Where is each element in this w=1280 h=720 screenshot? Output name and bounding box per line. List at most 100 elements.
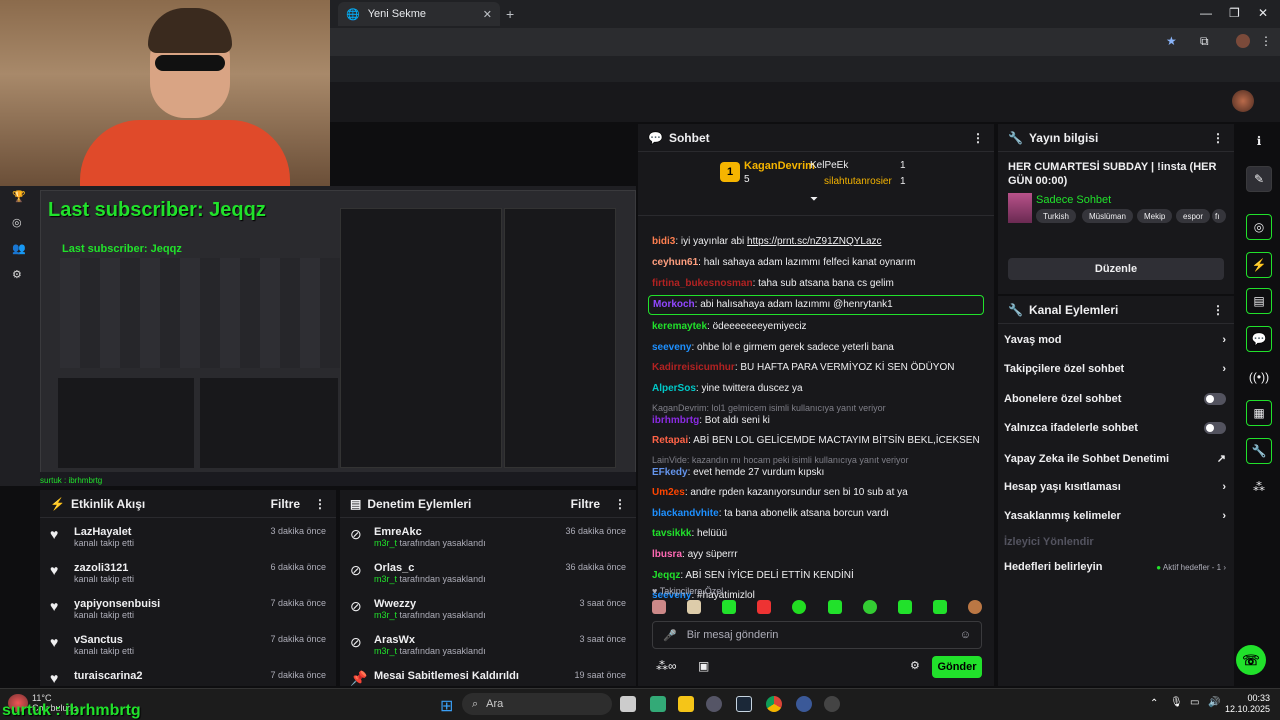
more-menu-icon[interactable]: ⋮ bbox=[1260, 34, 1272, 48]
app-icon[interactable] bbox=[706, 696, 722, 712]
emote-icon[interactable] bbox=[932, 600, 947, 614]
chat-username[interactable]: Retapai bbox=[652, 435, 688, 446]
emote-icon[interactable] bbox=[862, 600, 877, 614]
emote-icon[interactable] bbox=[652, 600, 666, 614]
file-explorer-icon[interactable] bbox=[678, 696, 694, 712]
moderator-name[interactable]: m3r_t bbox=[374, 538, 397, 548]
settings-icon[interactable]: ⚙ bbox=[12, 268, 22, 281]
more-options-icon[interactable]: ⋮ bbox=[1212, 303, 1224, 317]
bookmark-star-icon[interactable]: ★ bbox=[1166, 34, 1177, 48]
filter-button[interactable]: Filtre bbox=[571, 497, 600, 511]
emote-icon[interactable] bbox=[967, 600, 982, 614]
category-name[interactable]: Sadece Sohbet bbox=[1036, 194, 1111, 206]
moderator-name[interactable]: m3r_t bbox=[374, 646, 397, 656]
activity-user[interactable]: zazoli3121 bbox=[74, 562, 134, 574]
info-icon[interactable]: ℹ bbox=[1246, 128, 1272, 154]
windows-start-icon[interactable]: ⊞ bbox=[440, 696, 453, 716]
emote-icon[interactable] bbox=[757, 600, 772, 614]
task-view-icon[interactable] bbox=[620, 696, 636, 712]
chat-input[interactable]: 🎤 Bir mesaj gönderin ☺ bbox=[652, 621, 982, 649]
trophy-icon[interactable]: 🏆 bbox=[12, 190, 26, 203]
leader-third-name[interactable]: silahtutanrosier bbox=[824, 176, 892, 187]
more-options-icon[interactable]: ⋮ bbox=[1212, 131, 1224, 145]
help-button[interactable]: ☏ bbox=[1236, 645, 1266, 675]
maximize-icon[interactable]: ❐ bbox=[1229, 6, 1240, 20]
emote-icon[interactable] bbox=[897, 600, 912, 614]
target-icon[interactable]: ◎ bbox=[12, 216, 22, 229]
expand-icon[interactable]: ⏷ bbox=[810, 194, 818, 205]
wrench-icon[interactable]: 🔧 bbox=[1246, 438, 1272, 464]
tag[interactable]: fı bbox=[1212, 209, 1226, 223]
pencil-icon[interactable]: ✎ bbox=[1246, 166, 1272, 192]
activity-user[interactable]: vSanctus bbox=[74, 634, 134, 646]
activity-user[interactable]: LazHayalet bbox=[74, 526, 134, 538]
chat-bubble-icon[interactable]: 💬 bbox=[1246, 326, 1272, 352]
chat-username[interactable]: firtina_bukesnosman bbox=[652, 278, 753, 289]
tag[interactable]: Mekip bbox=[1137, 209, 1173, 223]
chat-username[interactable]: Jeqqz bbox=[652, 570, 680, 581]
leader-first-name[interactable]: KaganDevrim bbox=[744, 160, 815, 172]
close-window-icon[interactable]: ✕ bbox=[1258, 6, 1268, 20]
activity-user[interactable]: turaiscarina2 bbox=[74, 670, 142, 682]
category-thumbnail[interactable] bbox=[1008, 193, 1032, 223]
microphone-icon[interactable]: 🎙 bbox=[1170, 697, 1183, 708]
more-options-icon[interactable]: ⋮ bbox=[972, 131, 984, 145]
emote-only-toggle[interactable] bbox=[1204, 422, 1226, 434]
store-icon[interactable]: ▣ bbox=[698, 659, 709, 673]
users-icon[interactable]: 👥 bbox=[12, 242, 26, 255]
chat-username[interactable]: keremaytek bbox=[652, 321, 707, 332]
chat-username[interactable]: Um2es bbox=[652, 487, 685, 498]
document-icon[interactable]: ▤ bbox=[1246, 288, 1272, 314]
target-icon[interactable]: ◎ bbox=[1246, 214, 1272, 240]
emote-icon[interactable] bbox=[827, 600, 842, 614]
chat-username[interactable]: blackandvhite bbox=[652, 508, 719, 519]
emoji-icon[interactable]: ☺ bbox=[960, 629, 971, 641]
taskbar-clock[interactable]: 00:33 12.10.2025 bbox=[1222, 693, 1270, 715]
mod-action-user[interactable]: EmreAkc bbox=[374, 526, 486, 538]
emote-icon[interactable] bbox=[687, 600, 702, 614]
goals-item[interactable]: Hedefleri belirleyin ● Aktif hedefler - 1… bbox=[1004, 561, 1226, 573]
more-options-icon[interactable]: ⋮ bbox=[614, 497, 626, 511]
subscribers-only-toggle[interactable] bbox=[1204, 393, 1226, 405]
microphone-icon[interactable]: 🎤 bbox=[663, 629, 677, 642]
broadcast-icon[interactable]: ((•)) bbox=[1246, 364, 1272, 390]
slow-mode-item[interactable]: Yavaş mod › bbox=[1004, 334, 1226, 346]
chat-username[interactable]: tavsikkk bbox=[652, 528, 691, 539]
profile-avatar[interactable] bbox=[1236, 34, 1250, 48]
user-avatar[interactable] bbox=[1232, 90, 1254, 112]
chat-username[interactable]: lbusra bbox=[652, 549, 682, 560]
banned-words-item[interactable]: Yasaklanmış kelimeler › bbox=[1004, 510, 1226, 522]
app-icon[interactable] bbox=[650, 696, 666, 712]
account-age-item[interactable]: Hesap yaşı kısıtlaması › bbox=[1004, 481, 1226, 493]
ai-moderation-item[interactable]: Yapay Zeka ile Sohbet Denetimi ↗ bbox=[1004, 452, 1226, 466]
lightning-icon[interactable]: ⚡ bbox=[1246, 252, 1272, 278]
extensions-icon[interactable]: ⧉ bbox=[1200, 34, 1209, 49]
app-icon[interactable] bbox=[796, 696, 812, 712]
mod-action-user[interactable]: Mesai Sabitlemesi Kaldırıldı bbox=[374, 670, 519, 682]
chat-username[interactable]: seeveny bbox=[652, 342, 691, 353]
mod-action-user[interactable]: Orlas_c bbox=[374, 562, 486, 574]
browser-tab[interactable]: 🌐 Yeni Sekme ✕ bbox=[338, 2, 500, 26]
taskbar-search[interactable]: ⌕ Ara bbox=[462, 693, 612, 715]
mod-action-user[interactable]: ArasWx bbox=[374, 634, 486, 646]
chrome-icon[interactable] bbox=[766, 696, 782, 712]
network-icon[interactable]: ▭ bbox=[1190, 697, 1199, 708]
leader-second-name[interactable]: KelPeEk bbox=[810, 160, 848, 171]
chat-username[interactable]: AlperSos bbox=[652, 383, 696, 394]
chat-username[interactable]: ibrhmbrtg bbox=[652, 415, 699, 426]
filter-button[interactable]: Filtre bbox=[271, 497, 300, 511]
chat-link[interactable]: https://prnt.sc/nZ91ZNQYLazc bbox=[747, 236, 882, 247]
chat-username[interactable]: ceyhun61 bbox=[652, 257, 698, 268]
tag[interactable]: Turkish bbox=[1036, 209, 1076, 223]
new-tab-icon[interactable]: + bbox=[506, 6, 514, 22]
volume-icon[interactable]: 🔊 bbox=[1208, 697, 1220, 708]
mod-action-user[interactable]: Wwezzy bbox=[374, 598, 486, 610]
more-options-icon[interactable]: ⋮ bbox=[314, 497, 326, 511]
tag[interactable]: Müslüman bbox=[1082, 209, 1133, 223]
followers-only-item[interactable]: Takipçilere özel sohbet › bbox=[1004, 363, 1226, 375]
steam-icon[interactable] bbox=[736, 696, 752, 712]
send-button[interactable]: Gönder bbox=[932, 656, 982, 678]
chat-username[interactable]: Kadirreisicumhur bbox=[652, 362, 735, 373]
chevron-up-icon[interactable]: ⌃ bbox=[1150, 698, 1158, 709]
app-icon[interactable] bbox=[824, 696, 840, 712]
